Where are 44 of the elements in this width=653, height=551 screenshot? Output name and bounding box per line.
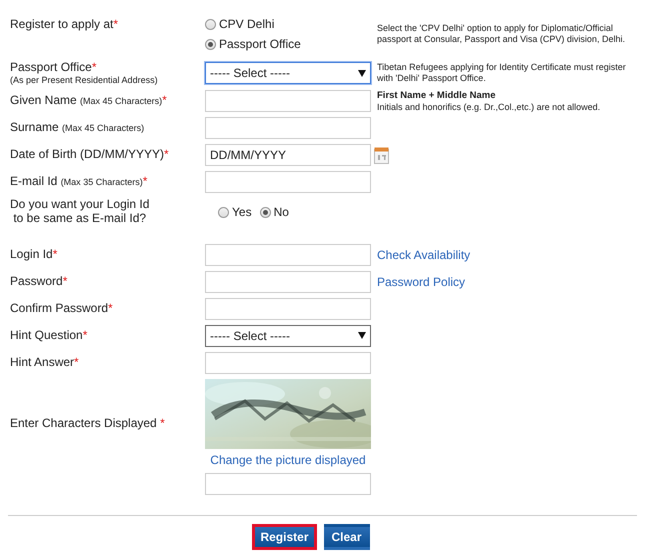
select-field[interactable]: ----- Select ----- <box>205 324 371 347</box>
field-label: Passport Office* <box>10 61 98 75</box>
radio-label[interactable]: No <box>274 203 289 222</box>
help-note: Select the 'CPV Delhi' option to apply for Diplomatic/Official passport at Consular, Passport and Visa (CPV) division, Delhi. <box>377 23 626 45</box>
radio-button[interactable] <box>205 38 216 50</box>
input-field[interactable] <box>205 244 371 266</box>
field-label: Surname (Max 45 Characters) <box>10 121 146 136</box>
radio-button[interactable] <box>260 206 271 218</box>
field-label: Hint Question* <box>10 329 88 343</box>
input-field[interactable] <box>205 171 371 194</box>
input-field[interactable] <box>205 352 371 374</box>
help-note: Tibetan Refugees applying for Identity Certificate must register with 'Delhi' Passport Office. <box>377 62 627 84</box>
radio-button[interactable] <box>205 18 216 30</box>
date-field[interactable]: DD/MM/YYYY <box>205 144 371 166</box>
field-label: Date of Birth (DD/MM/YYYY)* <box>10 148 170 162</box>
calendar-icon[interactable] <box>374 146 389 164</box>
change-picture-link[interactable]: Change the picture displayed <box>210 450 366 469</box>
field-label: Password* <box>10 275 68 289</box>
field-label: Given Name (Max 45 Characters)* <box>10 94 168 108</box>
input-field[interactable] <box>205 298 371 320</box>
field-label: Confirm Password* <box>10 302 114 316</box>
clear-button[interactable]: Clear <box>324 524 370 550</box>
input-field[interactable] <box>205 270 371 293</box>
field-label: Login Id* <box>10 248 58 262</box>
register-button[interactable]: Register <box>252 524 316 550</box>
caret-icon <box>358 70 366 77</box>
help-note: First Name + Middle Name Initials and honorifics (e.g. Dr.,Col.,etc.) are not allowed. <box>377 90 602 112</box>
field-label: Enter Characters Displayed * <box>10 417 166 432</box>
radio-label[interactable]: CPV Delhi <box>219 15 274 33</box>
link[interactable]: Password Policy <box>377 272 637 291</box>
radio-label[interactable]: Yes <box>232 203 252 222</box>
caret-icon <box>358 332 366 340</box>
field-label: Register to apply at* <box>10 16 120 32</box>
select-field[interactable]: ----- Select ----- <box>205 62 371 84</box>
link[interactable]: Check Availability <box>377 246 637 264</box>
captcha-input-field[interactable] <box>205 472 371 495</box>
field-label: E-mail Id (Max 35 Characters)* <box>10 175 148 190</box>
input-field[interactable] <box>205 117 371 140</box>
radio-button[interactable] <box>218 206 229 218</box>
field-label: Do you want your Login Id to be same as E-mail Id? <box>10 198 150 226</box>
field-label: Hint Answer* <box>10 356 80 370</box>
input-field[interactable] <box>205 90 371 112</box>
radio-label[interactable]: Passport Office <box>219 35 301 53</box>
field-sublabel: (As per Present Residential Address) <box>10 74 159 86</box>
